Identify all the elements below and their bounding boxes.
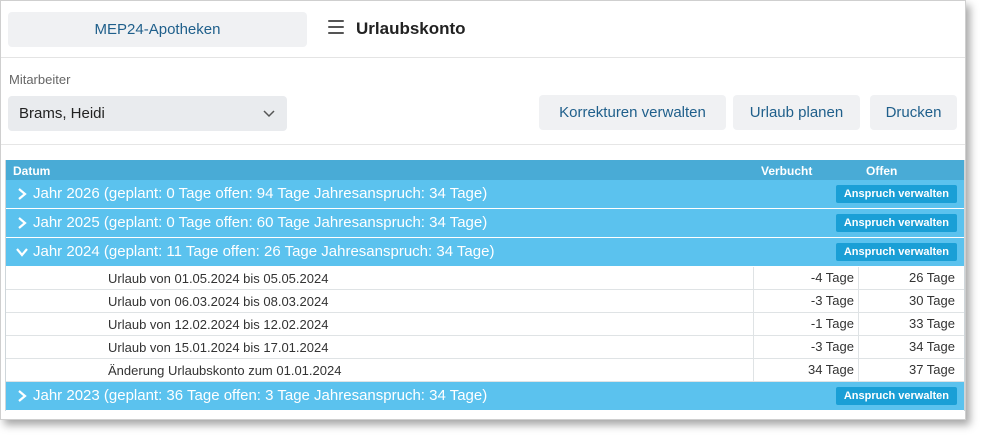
year-row-label: Jahr 2023 (geplant: 36 Tage offen: 3 Tag… (33, 387, 488, 404)
page-title: Urlaubskonto (356, 19, 466, 38)
chevron-down-icon (263, 110, 275, 118)
table-row[interactable]: Urlaub von 06.03.2024 bis 08.03.2024 -3 … (6, 290, 965, 313)
table-border (964, 160, 965, 411)
year-row-2024[interactable]: Jahr 2024 (geplant: 11 Tage offen: 26 Ta… (6, 238, 965, 267)
chevron-right-icon[interactable] (16, 390, 28, 402)
employee-select-value: Brams, Heidi (19, 105, 105, 122)
top-bar: MEP24-Apotheken Urlaubskonto (1, 1, 965, 58)
employee-label: Mitarbeiter (9, 72, 71, 87)
row-offen: 30 Tage (858, 290, 955, 312)
row-verbucht: -1 Tage (753, 313, 854, 335)
row-verbucht: -3 Tage (753, 290, 854, 312)
table-row[interactable]: Urlaub von 15.01.2024 bis 17.01.2024 -3 … (6, 336, 965, 359)
anspruch-verwalten-button[interactable]: Anspruch verwalten (835, 387, 957, 405)
row-verbucht: -3 Tage (753, 336, 854, 358)
urlaub-planen-button[interactable]: Urlaub planen (733, 95, 860, 130)
column-header-verbucht[interactable]: Verbucht (761, 164, 812, 178)
table-header: Datum Verbucht Offen (6, 160, 965, 180)
drucken-button[interactable]: Drucken (870, 95, 957, 130)
row-label: Urlaub von 15.01.2024 bis 17.01.2024 (108, 340, 329, 355)
table-row[interactable]: Änderung Urlaubskonto zum 01.01.2024 34 … (6, 359, 965, 382)
column-header-datum[interactable]: Datum (13, 164, 50, 178)
column-header-offen[interactable]: Offen (866, 164, 897, 178)
year-row-2026[interactable]: Jahr 2026 (geplant: 0 Tage offen: 94 Tag… (6, 180, 965, 209)
row-label: Urlaub von 06.03.2024 bis 08.03.2024 (108, 294, 329, 309)
year-row-2023[interactable]: Jahr 2023 (geplant: 36 Tage offen: 3 Tag… (6, 382, 965, 411)
row-offen: 37 Tage (858, 359, 955, 381)
row-offen: 34 Tage (858, 336, 955, 358)
year-row-2025[interactable]: Jahr 2025 (geplant: 0 Tage offen: 60 Tag… (6, 209, 965, 238)
row-offen: 33 Tage (858, 313, 955, 335)
row-label: Änderung Urlaubskonto zum 01.01.2024 (108, 363, 342, 378)
anspruch-verwalten-button[interactable]: Anspruch verwalten (835, 185, 957, 203)
app-window: MEP24-Apotheken Urlaubskonto Mitarbeiter… (0, 0, 966, 420)
year-row-label: Jahr 2024 (geplant: 11 Tage offen: 26 Ta… (33, 243, 495, 260)
row-label: Urlaub von 01.05.2024 bis 05.05.2024 (108, 271, 329, 286)
divider (1, 144, 965, 145)
row-label: Urlaub von 12.02.2024 bis 12.02.2024 (108, 317, 329, 332)
vacation-table: Datum Verbucht Offen Jahr 2026 (geplant:… (5, 160, 965, 411)
chevron-down-icon[interactable] (16, 246, 28, 258)
anspruch-verwalten-button[interactable]: Anspruch verwalten (835, 214, 957, 232)
table-row[interactable]: Urlaub von 01.05.2024 bis 05.05.2024 -4 … (6, 267, 965, 290)
row-offen: 26 Tage (858, 267, 955, 289)
chevron-right-icon[interactable] (16, 217, 28, 229)
row-verbucht: 34 Tage (753, 359, 854, 381)
employee-select[interactable]: Brams, Heidi (8, 96, 287, 131)
year-row-label: Jahr 2025 (geplant: 0 Tage offen: 60 Tag… (33, 214, 488, 231)
chevron-right-icon[interactable] (16, 188, 28, 200)
row-verbucht: -4 Tage (753, 267, 854, 289)
hamburger-icon[interactable] (328, 20, 344, 36)
anspruch-verwalten-button[interactable]: Anspruch verwalten (835, 243, 957, 261)
year-row-label: Jahr 2026 (geplant: 0 Tage offen: 94 Tag… (33, 185, 488, 202)
table-row[interactable]: Urlaub von 12.02.2024 bis 12.02.2024 -1 … (6, 313, 965, 336)
korrekturen-verwalten-button[interactable]: Korrekturen verwalten (539, 95, 726, 130)
brand-button[interactable]: MEP24-Apotheken (8, 12, 307, 47)
